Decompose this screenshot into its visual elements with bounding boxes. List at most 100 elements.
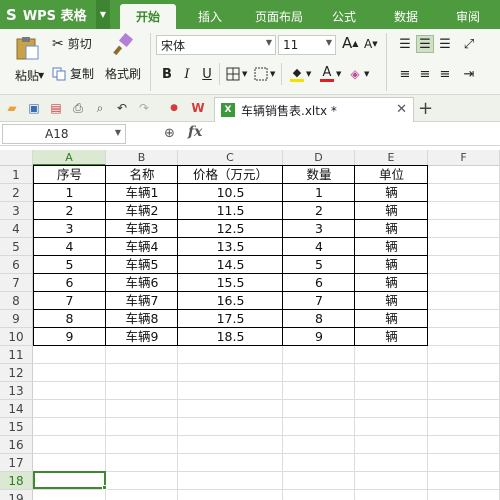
row-header-2[interactable]: 2 (0, 184, 33, 202)
chevron-down-icon[interactable]: ▼ (270, 70, 275, 78)
undo-icon[interactable]: ↶ (114, 100, 130, 116)
row-header-5[interactable]: 5 (0, 238, 33, 256)
table-header-cell[interactable]: 价格（万元） (178, 166, 283, 184)
row-header-7[interactable]: 7 (0, 274, 33, 292)
customize-dropdown-icon[interactable]: ● (166, 100, 182, 116)
format-painter-button[interactable]: 格式刷 (102, 33, 144, 82)
row-header-6[interactable]: 6 (0, 256, 33, 274)
zoom-icon[interactable]: ⊕ (164, 126, 175, 141)
row-header-18[interactable]: 18 (0, 472, 33, 490)
table-cell[interactable]: 12.5 (178, 220, 283, 238)
table-cell[interactable]: 1 (283, 184, 355, 202)
row-header-12[interactable]: 12 (0, 364, 33, 382)
tab-formulas[interactable]: 公式 (320, 4, 368, 29)
italic-button[interactable]: I (178, 65, 196, 83)
table-header-cell[interactable]: 名称 (106, 166, 178, 184)
row-header-17[interactable]: 17 (0, 454, 33, 472)
table-header-cell[interactable]: 单位 (355, 166, 428, 184)
table-header-cell[interactable]: 数量 (283, 166, 355, 184)
table-cell[interactable]: 辆 (355, 184, 428, 202)
align-right-button[interactable]: ≡ (436, 65, 454, 83)
font-color-button[interactable]: A (318, 65, 336, 83)
chevron-down-icon[interactable]: ▼ (242, 70, 247, 78)
table-cell[interactable]: 8 (283, 310, 355, 328)
tab-insert[interactable]: 插入 (186, 4, 234, 29)
tab-review[interactable]: 审阅 (444, 4, 492, 29)
cell-style-button[interactable] (252, 65, 270, 83)
grow-font-button[interactable]: A ▲ (342, 34, 358, 52)
table-cell[interactable]: 车辆6 (106, 274, 178, 292)
table-cell[interactable]: 1 (33, 184, 106, 202)
print-preview-icon[interactable]: ⌕ (92, 100, 108, 116)
chevron-down-icon[interactable]: ▼ (336, 70, 341, 78)
document-tab[interactable]: X 车辆销售表.xltx * ✕ (214, 97, 414, 122)
row-header-11[interactable]: 11 (0, 346, 33, 364)
app-menu-button[interactable]: S WPS 表格 ▼ (0, 0, 110, 29)
new-tab-plus-icon[interactable]: + (418, 98, 433, 119)
close-icon[interactable]: ✕ (396, 102, 407, 117)
save-icon[interactable]: ▣ (26, 100, 42, 116)
redo-icon[interactable]: ↷ (136, 100, 152, 116)
underline-button[interactable]: U (198, 65, 216, 83)
orientation-button[interactable]: ⤢ (460, 35, 478, 53)
name-box[interactable]: A18 ▼ (2, 124, 126, 144)
table-cell[interactable]: 4 (283, 238, 355, 256)
chevron-down-icon[interactable]: ▼ (306, 70, 311, 78)
select-all-corner[interactable] (0, 150, 33, 166)
column-header-d[interactable]: D (283, 150, 355, 166)
table-cell[interactable]: 车辆2 (106, 202, 178, 220)
column-header-f[interactable]: F (428, 150, 500, 166)
align-left-button[interactable]: ≡ (396, 65, 414, 83)
shrink-font-button[interactable]: A ▼ (364, 37, 378, 51)
indent-button[interactable]: ⇥ (460, 65, 478, 83)
column-header-a[interactable]: A (33, 150, 106, 166)
table-cell[interactable]: 3 (33, 220, 106, 238)
table-header-cell[interactable]: 序号 (33, 166, 106, 184)
borders-button[interactable] (224, 65, 242, 83)
align-bottom-button[interactable]: ☰ (436, 35, 454, 53)
table-cell[interactable]: 10.5 (178, 184, 283, 202)
table-cell[interactable]: 2 (283, 202, 355, 220)
table-cell[interactable]: 辆 (355, 310, 428, 328)
row-header-16[interactable]: 16 (0, 436, 33, 454)
table-cell[interactable]: 6 (33, 274, 106, 292)
spreadsheet-grid[interactable]: ABCDEF 1 2 3 4 5 6 7 8 9 10 11 12 13 14 15 16 17 18 19 序号名… (0, 150, 500, 500)
column-header-b[interactable]: B (106, 150, 178, 166)
table-cell[interactable]: 车辆3 (106, 220, 178, 238)
table-cell[interactable]: 9 (33, 328, 106, 346)
tab-page-layout[interactable]: 页面布局 (244, 4, 314, 29)
table-cell[interactable]: 车辆7 (106, 292, 178, 310)
formula-input[interactable] (214, 123, 498, 145)
table-cell[interactable]: 5 (283, 256, 355, 274)
table-cell[interactable]: 车辆5 (106, 256, 178, 274)
row-header-10[interactable]: 10 (0, 328, 33, 346)
table-cell[interactable]: 车辆4 (106, 238, 178, 256)
table-cell[interactable]: 17.5 (178, 310, 283, 328)
wps-home-icon[interactable]: W (190, 100, 206, 116)
table-cell[interactable]: 5 (33, 256, 106, 274)
row-header-14[interactable]: 14 (0, 400, 33, 418)
row-header-1[interactable]: 1 (0, 166, 33, 184)
font-name-select[interactable]: 宋体 ▼ (156, 35, 276, 55)
row-header-9[interactable]: 9 (0, 310, 33, 328)
table-cell[interactable]: 辆 (355, 202, 428, 220)
table-cell[interactable]: 14.5 (178, 256, 283, 274)
column-header-e[interactable]: E (355, 150, 428, 166)
table-cell[interactable]: 6 (283, 274, 355, 292)
table-cell[interactable]: 辆 (355, 292, 428, 310)
open-folder-icon[interactable]: ▰ (4, 100, 20, 116)
table-cell[interactable]: 辆 (355, 274, 428, 292)
row-header-19[interactable]: 19 (0, 490, 33, 500)
table-cell[interactable]: 11.5 (178, 202, 283, 220)
row-header-4[interactable]: 4 (0, 220, 33, 238)
clear-format-button[interactable]: ◈ (346, 65, 364, 83)
table-cell[interactable]: 3 (283, 220, 355, 238)
table-cell[interactable]: 7 (283, 292, 355, 310)
tab-home[interactable]: 开始 (120, 4, 176, 29)
align-top-button[interactable]: ☰ (396, 35, 414, 53)
table-cell[interactable]: 车辆8 (106, 310, 178, 328)
fill-handle[interactable] (102, 485, 107, 490)
table-cell[interactable]: 16.5 (178, 292, 283, 310)
insert-function-icon[interactable]: fx (188, 124, 202, 140)
table-cell[interactable]: 18.5 (178, 328, 283, 346)
